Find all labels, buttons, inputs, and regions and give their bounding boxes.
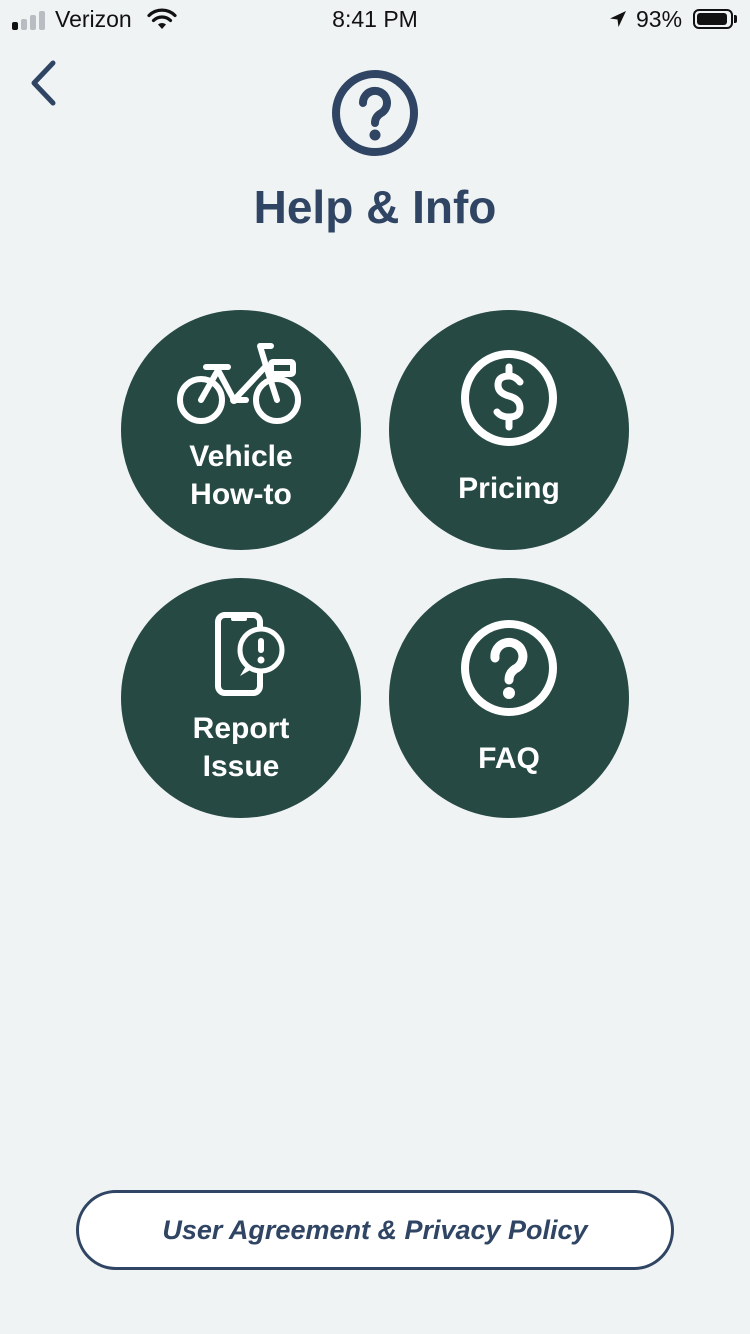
page-title: Help & Info (253, 181, 497, 233)
vehicle-how-to-button[interactable]: Vehicle How-to (121, 310, 361, 550)
report-issue-button[interactable]: Report Issue (121, 578, 361, 818)
battery-tip (734, 15, 737, 23)
status-bar: Verizon 8:41 PM 93% (0, 0, 750, 40)
chevron-left-icon (31, 60, 56, 106)
back-button[interactable] (20, 55, 70, 113)
user-agreement-privacy-policy-button[interactable]: User Agreement & Privacy Policy (76, 1190, 674, 1270)
battery-percentage: 93% (636, 6, 683, 32)
tile-label: FAQ (478, 742, 540, 775)
dollar-circle-icon (461, 350, 557, 446)
tile-label: Pricing (458, 472, 560, 505)
tile-label: Vehicle How-to (189, 440, 293, 511)
bike-icon (177, 343, 301, 424)
battery-level-fill (697, 13, 727, 25)
question-circle-icon (332, 70, 418, 156)
tile-label: Report Issue (192, 712, 290, 783)
phone-alert-icon (215, 612, 285, 696)
battery-icon (693, 9, 733, 29)
question-circle-icon (461, 620, 557, 716)
location-arrow-icon (610, 11, 626, 27)
pricing-button[interactable]: Pricing (389, 310, 629, 550)
faq-button[interactable]: FAQ (389, 578, 629, 818)
